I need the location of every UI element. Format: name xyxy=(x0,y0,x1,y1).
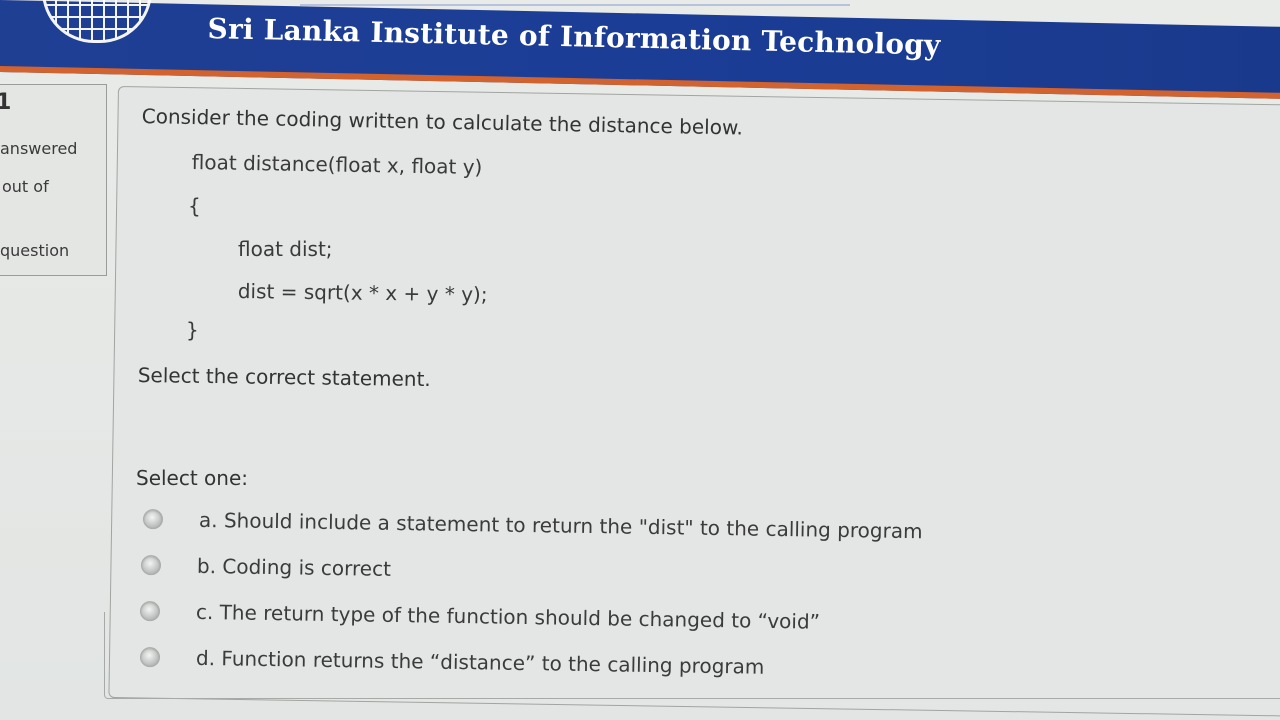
code-line: float dist; xyxy=(238,237,333,261)
radio-unchecked-icon[interactable] xyxy=(140,555,162,576)
question-number: 1 xyxy=(0,90,12,115)
code-line: { xyxy=(188,194,201,218)
question-marks: out of xyxy=(2,177,49,196)
code-line: float distance(float x, float y) xyxy=(191,150,483,180)
code-line: } xyxy=(186,318,199,342)
radio-unchecked-icon[interactable] xyxy=(139,647,161,668)
question-status: answered xyxy=(0,139,78,158)
select-one-label: Select one: xyxy=(136,466,249,490)
header-divider-line xyxy=(300,4,850,6)
question-prompt: Select the correct statement. xyxy=(137,363,431,392)
code-line: dist = sqrt(x * x + y * y); xyxy=(237,279,488,307)
question-info-block: 1 answered out of question xyxy=(0,84,107,276)
answer-option-label[interactable]: b. Coding is correct xyxy=(197,554,391,581)
radio-unchecked-icon[interactable] xyxy=(142,509,164,530)
flag-question-link[interactable]: question xyxy=(0,241,69,260)
answer-option-b[interactable]: b. Coding is correct xyxy=(140,553,391,581)
radio-unchecked-icon[interactable] xyxy=(139,601,161,622)
quiz-page: Sri Lanka Institute of Information Techn… xyxy=(0,0,1280,720)
